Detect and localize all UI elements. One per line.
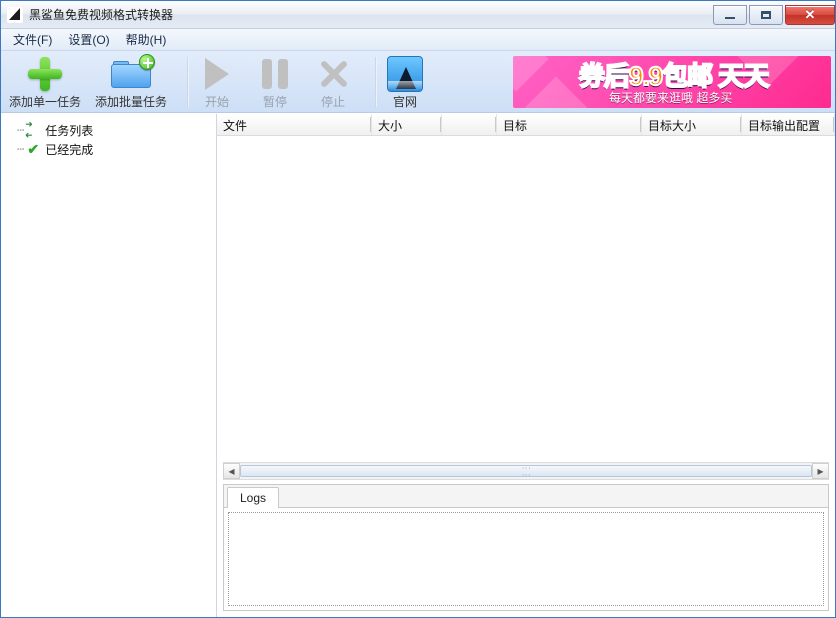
sidebar-item-label: 任务列表 — [45, 122, 93, 139]
menubar: 文件(F) 设置(O) 帮助(H) — [1, 29, 835, 51]
stop-button[interactable]: 停止 — [311, 54, 355, 110]
sidebar: ⋯ 任务列表 ⋯ ✔ 已经完成 — [1, 114, 217, 617]
window-controls: ✕ — [711, 5, 835, 25]
add-batch-task-button[interactable]: 添加批量任务 — [95, 54, 167, 110]
sidebar-item-label: 已经完成 — [45, 141, 93, 158]
play-icon — [205, 58, 229, 90]
logs-panel: Logs — [223, 484, 829, 611]
body: ⋯ 任务列表 ⋯ ✔ 已经完成 文件 大小 目标 目标大小 目标输出配置 ◂ — [1, 113, 835, 617]
banner-subtext: 每天都要来逛哦 超多买 — [609, 89, 732, 106]
scroll-thumb[interactable] — [240, 465, 812, 477]
list-header: 文件 大小 目标 目标大小 目标输出配置 — [217, 114, 835, 136]
titlebar: 黑鲨鱼免费视频格式转换器 ✕ — [1, 1, 835, 29]
folder-plus-icon — [111, 60, 151, 88]
menu-help[interactable]: 帮助(H) — [118, 29, 175, 50]
pause-button[interactable]: 暂停 — [253, 54, 297, 110]
horizontal-scrollbar[interactable]: ◂ ▸ — [223, 462, 829, 480]
col-size[interactable]: 大小 — [372, 114, 442, 135]
task-list-view[interactable] — [217, 136, 835, 462]
website-button[interactable]: 官网 — [383, 54, 427, 110]
plus-icon — [28, 57, 62, 91]
website-icon — [387, 56, 423, 92]
start-button[interactable]: 开始 — [195, 54, 239, 110]
menu-file[interactable]: 文件(F) — [5, 29, 60, 50]
main-area: 文件 大小 目标 目标大小 目标输出配置 ◂ ▸ Logs — [217, 114, 835, 617]
sidebar-item-completed[interactable]: ⋯ ✔ 已经完成 — [17, 140, 214, 158]
swap-arrows-icon — [25, 122, 41, 138]
col-target-size[interactable]: 目标大小 — [642, 114, 742, 135]
banner-headline: 券后9.9包邮 天天 — [579, 56, 768, 93]
logs-tabstrip: Logs — [224, 485, 828, 507]
add-single-task-button[interactable]: 添加单一任务 — [9, 54, 81, 110]
scroll-right-arrow-icon[interactable]: ▸ — [812, 463, 829, 479]
minimize-button[interactable] — [713, 5, 747, 25]
logs-textarea[interactable] — [228, 512, 824, 606]
toolbar: 添加单一任务 添加批量任务 开始 暂停 停止 官网 券后9.9包邮 天天 — [1, 51, 835, 113]
maximize-button[interactable] — [749, 5, 783, 25]
tab-logs[interactable]: Logs — [227, 487, 279, 508]
col-file[interactable]: 文件 — [217, 114, 372, 135]
toolbar-divider — [375, 57, 377, 107]
menu-settings[interactable]: 设置(O) — [60, 29, 117, 50]
stop-x-icon — [318, 59, 348, 89]
sidebar-item-task-list[interactable]: ⋯ 任务列表 — [17, 121, 214, 139]
check-icon: ✔ — [25, 141, 41, 157]
close-button[interactable]: ✕ — [785, 5, 835, 25]
pause-icon — [262, 59, 288, 89]
ad-banner[interactable]: 券后9.9包邮 天天 每天都要来逛哦 超多买 — [513, 56, 831, 108]
col-empty[interactable] — [442, 114, 497, 135]
toolbar-divider — [187, 57, 189, 107]
app-window: 黑鲨鱼免费视频格式转换器 ✕ 文件(F) 设置(O) 帮助(H) 添加单一任务 … — [0, 0, 836, 618]
app-icon — [7, 7, 23, 23]
col-target[interactable]: 目标 — [497, 114, 642, 135]
logs-body — [224, 507, 828, 610]
scroll-left-arrow-icon[interactable]: ◂ — [223, 463, 240, 479]
window-title: 黑鲨鱼免费视频格式转换器 — [29, 6, 173, 23]
col-output-config[interactable]: 目标输出配置 — [742, 114, 835, 135]
